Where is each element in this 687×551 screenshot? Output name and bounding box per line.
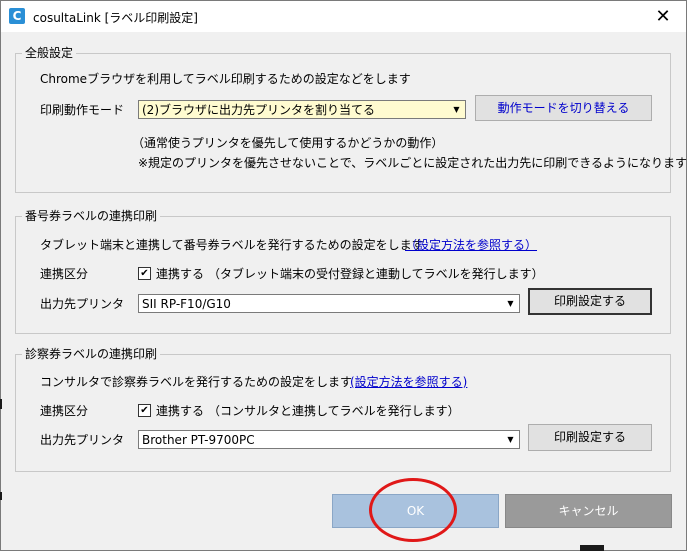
number-ticket-printer-select[interactable]: SII RP-F10/G10 ▼ [138,294,520,313]
cancel-button[interactable]: キャンセル [505,494,672,528]
mode-note-1: （通常使うプリンタを優先して使用するかどうかの動作） [132,136,444,150]
number-ticket-title: 番号券ラベルの連携印刷 [22,209,161,223]
settings-dialog: C cosultaLink [ラベル印刷設定] ✕ 全般設定 Chromeブラウ… [0,0,687,551]
exam-ticket-checkbox-label: 連携する [156,404,205,418]
chevron-down-icon: ▼ [453,105,460,114]
highlight-circle [369,478,457,542]
exam-ticket-link-label: 連携区分 [40,404,89,418]
print-mode-select[interactable]: (2)ブラウザに出力先プリンタを割り当てる ▼ [138,100,466,119]
exam-ticket-checkbox-note: （コンサルタと連携してラベルを発行します） [208,404,460,418]
chevron-down-icon: ▼ [507,299,514,308]
background-mark-left-1 [0,399,2,409]
number-ticket-print-settings-button[interactable]: 印刷設定する [528,288,652,315]
general-description: Chromeブラウザを利用してラベル印刷するための設定などをします [40,72,411,86]
print-mode-value: (2)ブラウザに出力先プリンタを割り当てる [142,103,375,117]
number-ticket-link-checkbox[interactable]: ✔ [138,267,151,280]
window-title: cosultaLink [ラベル印刷設定] [33,11,198,25]
number-ticket-printer-label: 出力先プリンタ [40,297,125,311]
number-ticket-checkbox-label: 連携する [156,267,205,281]
switch-mode-button[interactable]: 動作モードを切り替える [475,95,652,121]
general-settings-title: 全般設定 [22,46,77,60]
mode-note-2: ※規定のプリンタを優先させないことで、ラベルごとに設定された出力先に印刷できるよ… [138,156,687,170]
exam-ticket-printer-label: 出力先プリンタ [40,433,125,447]
number-ticket-link-label: 連携区分 [40,267,89,281]
background-mark-left-2 [0,492,2,500]
exam-ticket-printer-value: Brother PT-9700PC [142,433,255,447]
exam-ticket-description: コンサルタで診察券ラベルを発行するための設定をします [40,375,353,389]
exam-ticket-help-link[interactable]: (設定方法を参照する) [350,375,467,389]
background-mark-bottom [580,545,604,551]
app-icon: C [9,8,25,24]
exam-ticket-printer-select[interactable]: Brother PT-9700PC ▼ [138,430,520,449]
exam-ticket-title: 診察券ラベルの連携印刷 [22,347,161,361]
number-ticket-help-link[interactable]: （設定方法を参照する） [405,238,537,252]
exam-ticket-print-settings-button[interactable]: 印刷設定する [528,424,652,451]
exam-ticket-link-checkbox[interactable]: ✔ [138,404,151,417]
number-ticket-description: タブレット端末と連携して番号券ラベルを発行するための設定をします [40,238,424,252]
chevron-down-icon: ▼ [507,435,514,444]
number-ticket-checkbox-note: （タブレット端末の受付登録と連動してラベルを発行します） [208,267,544,281]
number-ticket-printer-value: SII RP-F10/G10 [142,297,231,311]
title-bar: C cosultaLink [ラベル印刷設定] ✕ [1,1,686,32]
print-mode-label: 印刷動作モード [40,103,125,117]
close-icon[interactable]: ✕ [640,1,686,32]
